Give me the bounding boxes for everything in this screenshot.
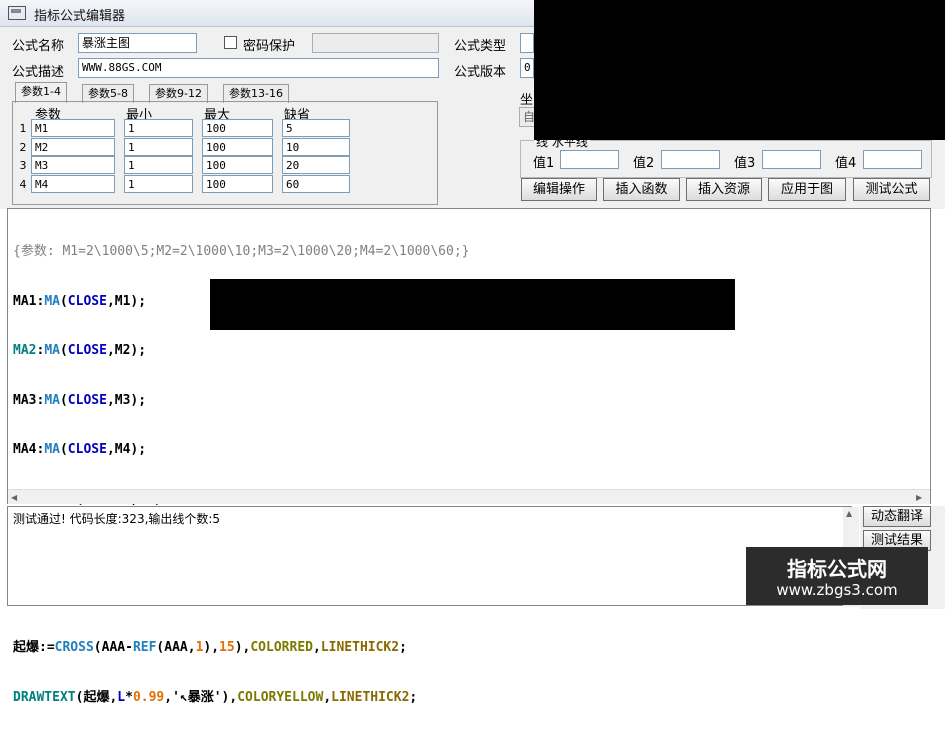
value-3-input[interactable] xyxy=(762,150,821,169)
param-max-field[interactable]: 100 xyxy=(202,138,273,156)
param-name-field[interactable]: M2 xyxy=(31,138,115,156)
formula-type-select[interactable] xyxy=(520,33,534,53)
test-output-text: 测试通过! 代码长度:323,输出线个数:5 xyxy=(13,512,221,526)
param-row-number: 2 xyxy=(19,141,27,154)
value-2-input[interactable] xyxy=(661,150,720,169)
param-max-field[interactable]: 100 xyxy=(202,175,273,193)
value-2-label: 值2 xyxy=(633,156,655,171)
param-min-field[interactable]: 1 xyxy=(124,119,193,137)
param-default-field[interactable]: 10 xyxy=(282,138,350,156)
test-output-panel: 测试通过! 代码长度:323,输出线个数:5 xyxy=(7,506,852,606)
param-min-field[interactable]: 1 xyxy=(124,175,193,193)
code-line: MA2:MA(CLOSE,M2); xyxy=(13,343,147,358)
apply-to-chart-button[interactable]: 应用于图 xyxy=(768,178,846,201)
code-comment-line: {参数: M1=2\1000\5;M2=2\1000\10;M3=2\1000\… xyxy=(13,244,470,259)
value-4-input[interactable] xyxy=(863,150,922,169)
password-checkbox[interactable] xyxy=(224,36,237,49)
param-name-field[interactable]: M1 xyxy=(31,119,115,137)
value-4-label: 值4 xyxy=(835,156,857,171)
param-default-field[interactable]: 5 xyxy=(282,119,350,137)
value-1-input[interactable] xyxy=(560,150,619,169)
param-min-field[interactable]: 1 xyxy=(124,156,193,174)
watermark-title: 指标公式网 xyxy=(787,557,887,581)
scroll-right-icon[interactable]: ▶ xyxy=(916,493,922,502)
password-input xyxy=(312,33,439,53)
insert-resource-button[interactable]: 插入资源 xyxy=(686,178,762,201)
param-default-field[interactable]: 60 xyxy=(282,175,350,193)
formula-desc-label: 公式描述 xyxy=(12,65,65,80)
formula-desc-input[interactable]: WWW.88GS.COM xyxy=(78,58,439,78)
test-formula-button[interactable]: 测试公式 xyxy=(853,178,930,201)
param-name-field[interactable]: M3 xyxy=(31,156,115,174)
code-line: 起爆:=CROSS(AAA-REF(AAA,1),15),COLORRED,LI… xyxy=(13,640,407,655)
formula-name-label: 公式名称 xyxy=(12,39,65,54)
insert-function-button[interactable]: 插入函数 xyxy=(603,178,680,201)
formula-name-input[interactable]: 暴涨主图 xyxy=(78,33,197,53)
param-row-number: 3 xyxy=(19,159,27,172)
formula-version-label: 公式版本 xyxy=(454,65,507,80)
code-line: MA4:MA(CLOSE,M4); xyxy=(13,442,147,457)
site-watermark: 指标公式网 www.zbgs3.com xyxy=(746,547,928,605)
tab-params-1-4[interactable]: 参数1-4 xyxy=(15,82,67,103)
formula-version-input[interactable]: 0 xyxy=(520,58,534,78)
window-title: 指标公式编辑器 xyxy=(34,9,126,24)
param-name-field[interactable]: M4 xyxy=(31,175,115,193)
edit-operation-button[interactable]: 编辑操作 xyxy=(521,178,597,201)
password-label: 密码保护 xyxy=(243,39,296,54)
code-editor[interactable]: {参数: M1=2\1000\5;M2=2\1000\10;M3=2\1000\… xyxy=(7,208,931,705)
scroll-left-icon[interactable]: ◀ xyxy=(11,493,17,502)
param-row-number: 1 xyxy=(19,122,27,135)
dynamic-translate-button[interactable]: 动态翻译 xyxy=(863,506,931,527)
code-line: MA3:MA(CLOSE,M3); xyxy=(13,392,147,408)
value-1-label: 值1 xyxy=(533,156,555,171)
coord-label: 坐 xyxy=(520,93,534,108)
code-line: DRAWTEXT(起爆,L*0.99,'↖暴涨'),COLORYELLOW,LI… xyxy=(13,689,418,705)
param-row-number: 4 xyxy=(19,178,27,191)
scroll-up-icon[interactable]: ▲ xyxy=(846,509,852,518)
watermark-url: www.zbgs3.com xyxy=(776,581,898,599)
param-max-field[interactable]: 100 xyxy=(202,119,273,137)
param-default-field[interactable]: 20 xyxy=(282,156,350,174)
app-icon xyxy=(8,6,26,20)
editor-horizontal-scrollbar[interactable]: ◀ ▶ xyxy=(8,489,930,504)
formula-type-label: 公式类型 xyxy=(454,39,507,54)
param-max-field[interactable]: 100 xyxy=(202,156,273,174)
redaction-block xyxy=(534,0,945,140)
code-redaction-block xyxy=(210,279,735,330)
value-3-label: 值3 xyxy=(734,156,756,171)
param-min-field[interactable]: 1 xyxy=(124,138,193,156)
